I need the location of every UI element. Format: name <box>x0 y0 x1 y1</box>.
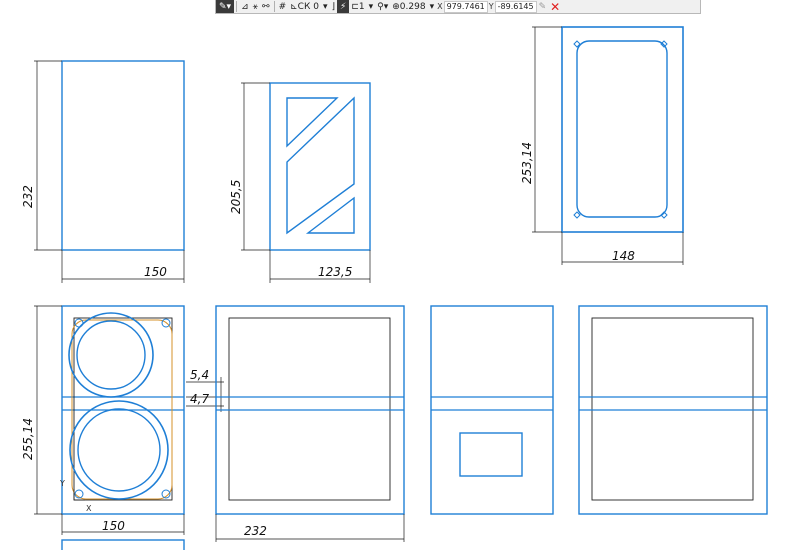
panel-rounded-cutout <box>576 40 668 218</box>
right-panel-view <box>578 305 768 515</box>
baffle-height-label: 255,14 <box>21 418 35 460</box>
panel-height-label: 253,14 <box>520 142 534 184</box>
axis-y-label: Y <box>59 479 65 488</box>
long-panel-inner <box>228 317 391 501</box>
side-brace-cutout-middle <box>286 96 355 235</box>
next-part-outline <box>61 539 185 550</box>
gap-top-label: 5,4 <box>190 368 209 382</box>
long-panel-view: 232 <box>215 305 405 542</box>
front-view-outline <box>61 60 185 251</box>
side-height-dimension <box>241 82 270 251</box>
side-view-outline <box>269 82 371 251</box>
panel-height-dimension <box>532 26 562 233</box>
side-height-label: 205,5 <box>229 180 243 214</box>
gap-bottom-label: 4,7 <box>190 392 209 406</box>
panel-view: 253,14 148 <box>520 26 684 265</box>
terminal-cutout <box>459 432 523 477</box>
lower-driver-inner-ring <box>77 408 161 492</box>
right-panel-inner <box>591 317 754 501</box>
gap-dimensions: 5,4 4,7 <box>186 368 224 412</box>
side-brace-triangle-bottom <box>305 196 355 234</box>
side-view: 205,5 123,5 <box>229 82 371 283</box>
panel-mounting-holes <box>573 40 668 219</box>
long-width-label: 232 <box>244 524 267 538</box>
front-height-dimension <box>34 60 62 251</box>
side-width-label: 123,5 <box>318 265 352 279</box>
drawing-canvas[interactable]: 232 150 205,5 123,5 253,14 148 Y X 255,1… <box>0 0 807 550</box>
baffle-height-dimension <box>34 305 62 515</box>
baffle-width-label: 150 <box>102 519 125 533</box>
lower-driver-outer-ring <box>69 400 169 500</box>
upper-driver-inner-ring <box>76 320 146 390</box>
front-height-label: 232 <box>21 185 35 208</box>
back-panel-view <box>430 305 554 515</box>
front-view: 232 150 <box>21 60 185 283</box>
front-width-label: 150 <box>144 265 167 279</box>
panel-view-outline <box>561 26 684 233</box>
panel-width-label: 148 <box>612 249 635 263</box>
baffle-view: Y X 255,14 150 <box>21 305 185 550</box>
axis-x-label: X <box>86 504 92 513</box>
